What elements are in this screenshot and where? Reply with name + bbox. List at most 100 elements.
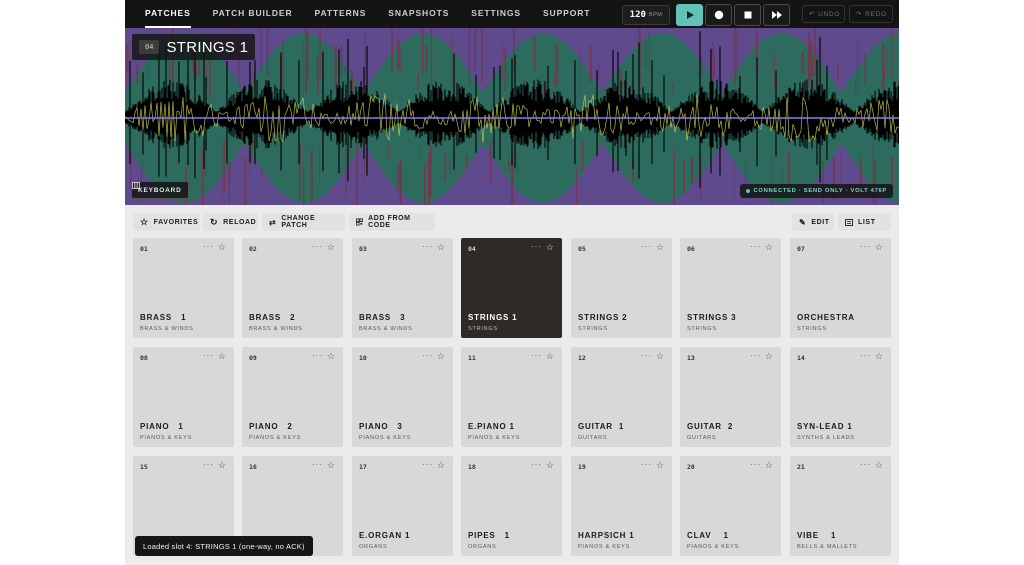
add-from-code-label: ADD FROM CODE — [368, 215, 411, 229]
tab-patterns[interactable]: PATTERNS — [315, 0, 367, 28]
patch-card[interactable]: 20 ··· ☆ CLAV 1 PIANOS & KEYS — [680, 456, 781, 556]
main-nav: PATCHES PATCH BUILDER PATTERNS SNAPSHOTS… — [145, 0, 590, 28]
patch-card[interactable]: 07 ··· ☆ ORCHESTRA STRINGS — [790, 238, 891, 338]
star-icon[interactable]: ☆ — [765, 242, 773, 253]
star-icon[interactable]: ☆ — [656, 460, 664, 471]
tab-snapshots[interactable]: SNAPSHOTS — [388, 0, 449, 28]
patch-number: 20 — [687, 463, 695, 471]
more-icon[interactable]: ··· — [641, 242, 652, 251]
patch-card[interactable]: 08 ··· ☆ PIANO 1 PIANOS & KEYS — [133, 347, 234, 447]
more-icon[interactable]: ··· — [531, 460, 542, 469]
patch-category: STRINGS — [468, 326, 498, 332]
star-icon[interactable]: ☆ — [327, 351, 335, 362]
more-icon[interactable]: ··· — [312, 460, 323, 469]
patch-number: 04 — [468, 245, 476, 253]
star-icon[interactable]: ☆ — [765, 351, 773, 362]
fast-forward-button[interactable] — [763, 4, 790, 26]
star-icon[interactable]: ☆ — [875, 242, 883, 253]
patch-card[interactable]: 12 ··· ☆ GUITAR 1 GUITARS — [571, 347, 672, 447]
stop-button[interactable] — [734, 4, 761, 26]
app-window: PATCHES PATCH BUILDER PATTERNS SNAPSHOTS… — [125, 0, 899, 565]
star-icon[interactable]: ☆ — [546, 460, 554, 471]
more-icon[interactable]: ··· — [422, 460, 433, 469]
edit-button[interactable]: ✎ EDIT — [792, 213, 834, 231]
star-icon[interactable]: ☆ — [437, 242, 445, 253]
patch-category: PIANOS & KEYS — [578, 544, 631, 550]
undo-button[interactable]: ↶ UNDO — [802, 5, 845, 23]
more-icon[interactable]: ··· — [312, 351, 323, 360]
more-icon[interactable]: ··· — [203, 242, 214, 251]
star-icon[interactable]: ☆ — [546, 351, 554, 362]
patch-card[interactable]: 19 ··· ☆ HARPSICH 1 PIANOS & KEYS — [571, 456, 672, 556]
star-icon[interactable]: ☆ — [327, 242, 335, 253]
patch-card[interactable]: 09 ··· ☆ PIANO 2 PIANOS & KEYS — [242, 347, 343, 447]
more-icon[interactable]: ··· — [422, 351, 433, 360]
patch-number: 19 — [578, 463, 586, 471]
patch-number: 07 — [797, 245, 805, 253]
star-icon[interactable]: ☆ — [656, 242, 664, 253]
more-icon[interactable]: ··· — [312, 242, 323, 251]
patch-category: GUITARS — [578, 435, 608, 441]
star-icon[interactable]: ☆ — [875, 351, 883, 362]
patch-number: 11 — [468, 354, 476, 362]
star-icon[interactable]: ☆ — [765, 460, 773, 471]
play-button[interactable] — [676, 4, 703, 26]
star-icon[interactable]: ☆ — [437, 351, 445, 362]
more-icon[interactable]: ··· — [531, 242, 542, 251]
more-icon[interactable]: ··· — [860, 460, 871, 469]
patch-card[interactable]: 06 ··· ☆ STRINGS 3 STRINGS — [680, 238, 781, 338]
patch-card[interactable]: 14 ··· ☆ SYN-LEAD 1 SYNTHS & LEADS — [790, 347, 891, 447]
patch-card[interactable]: 02 ··· ☆ BRASS 2 BRASS & WINDS — [242, 238, 343, 338]
patch-card[interactable]: 13 ··· ☆ GUITAR 2 GUITARS — [680, 347, 781, 447]
more-icon[interactable]: ··· — [203, 460, 214, 469]
patch-card[interactable]: 03 ··· ☆ BRASS 3 BRASS & WINDS — [352, 238, 453, 338]
star-icon[interactable]: ☆ — [546, 242, 554, 253]
record-button[interactable] — [705, 4, 732, 26]
keyboard-label: KEYBOARD — [138, 186, 182, 194]
redo-button[interactable]: ↷ REDO — [849, 5, 893, 23]
star-icon[interactable]: ☆ — [218, 242, 226, 253]
patch-number: 17 — [359, 463, 367, 471]
more-icon[interactable]: ··· — [203, 351, 214, 360]
more-icon[interactable]: ··· — [531, 351, 542, 360]
star-icon[interactable]: ☆ — [656, 351, 664, 362]
more-icon[interactable]: ··· — [750, 351, 761, 360]
patch-category: PIANOS & KEYS — [359, 435, 412, 441]
tab-settings[interactable]: SETTINGS — [471, 0, 521, 28]
patch-card[interactable]: 11 ··· ☆ E.PIANO 1 PIANOS & KEYS — [461, 347, 562, 447]
patch-card[interactable]: 17 ··· ☆ E.ORGAN 1 ORGANS — [352, 456, 453, 556]
tab-patch-builder[interactable]: PATCH BUILDER — [213, 0, 293, 28]
waveform-display[interactable]: 04 STRINGS 1 KEYBOARD CONNECTED · SEND O… — [125, 28, 899, 205]
favorites-button[interactable]: ☆ FAVORITES — [133, 213, 200, 231]
patch-card[interactable]: 21 ··· ☆ VIBE 1 BELLS & MALLETS — [790, 456, 891, 556]
change-patch-button[interactable]: ⇄ CHANGE PATCH — [262, 213, 345, 231]
bpm-field[interactable]: 120 BPM — [622, 5, 670, 25]
more-icon[interactable]: ··· — [641, 460, 652, 469]
patch-toolbar: ☆ FAVORITES ↻ RELOAD ⇄ CHANGE PATCH ADD … — [133, 213, 891, 231]
star-icon[interactable]: ☆ — [875, 460, 883, 471]
more-icon[interactable]: ··· — [860, 351, 871, 360]
star-icon[interactable]: ☆ — [437, 460, 445, 471]
add-from-code-button[interactable]: ADD FROM CODE — [349, 213, 435, 231]
current-patch-label: 04 STRINGS 1 — [132, 34, 256, 60]
tab-patches[interactable]: PATCHES — [145, 0, 191, 28]
star-icon[interactable]: ☆ — [327, 460, 335, 471]
patch-card[interactable]: 10 ··· ☆ PIANO 3 PIANOS & KEYS — [352, 347, 453, 447]
more-icon[interactable]: ··· — [750, 460, 761, 469]
more-icon[interactable]: ··· — [750, 242, 761, 251]
more-icon[interactable]: ··· — [422, 242, 433, 251]
reload-button[interactable]: ↻ RELOAD — [203, 213, 258, 231]
more-icon[interactable]: ··· — [641, 351, 652, 360]
more-icon[interactable]: ··· — [860, 242, 871, 251]
star-icon[interactable]: ☆ — [218, 351, 226, 362]
patch-category: PIANOS & KEYS — [140, 435, 193, 441]
patch-name: PIPES 1 — [468, 531, 510, 540]
star-icon[interactable]: ☆ — [218, 460, 226, 471]
list-button[interactable]: LIST — [838, 213, 891, 231]
patch-card[interactable]: 01 ··· ☆ BRASS 1 BRASS & WINDS — [133, 238, 234, 338]
patch-card-active[interactable]: 04 ··· ☆ STRINGS 1 STRINGS — [461, 238, 562, 338]
patch-card[interactable]: 05 ··· ☆ STRINGS 2 STRINGS — [571, 238, 672, 338]
tab-support[interactable]: SUPPORT — [543, 0, 590, 28]
patch-card[interactable]: 18 ··· ☆ PIPES 1 ORGANS — [461, 456, 562, 556]
keyboard-button[interactable]: KEYBOARD — [131, 181, 189, 199]
